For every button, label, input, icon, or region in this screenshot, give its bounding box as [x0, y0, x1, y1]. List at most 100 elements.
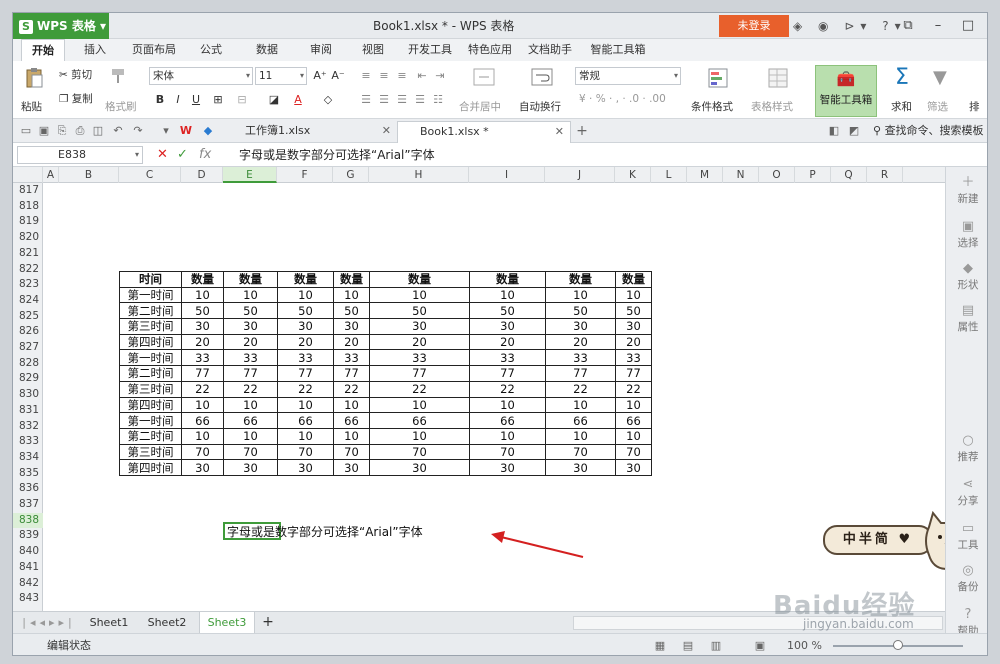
format-painter-button[interactable]: 格式刷: [105, 99, 137, 114]
merge-center-button[interactable]: 合并居中: [459, 99, 501, 114]
table-cell[interactable]: 33: [369, 349, 470, 367]
table-cell[interactable]: 66: [223, 412, 278, 429]
table-cell[interactable]: 30: [469, 318, 546, 335]
row-header[interactable]: 841: [13, 560, 43, 576]
table-cell[interactable]: 20: [181, 333, 224, 351]
table-cell[interactable]: 10: [277, 396, 334, 414]
table-cell[interactable]: 66: [333, 412, 370, 429]
table-cell[interactable]: 30: [223, 459, 278, 476]
table-cell[interactable]: 22: [277, 380, 334, 398]
table-cell[interactable]: 22: [545, 380, 616, 398]
search-command[interactable]: ⚲ 查找命令、搜索模板: [873, 119, 984, 143]
sheet-nav-arrows[interactable]: |◂◂▸▸|: [19, 612, 79, 633]
row-header[interactable]: 839: [13, 528, 43, 544]
italic-button[interactable]: I: [169, 91, 187, 109]
table-header-cell[interactable]: 数量: [545, 271, 616, 288]
underline-button[interactable]: U: [187, 91, 205, 109]
tab-features[interactable]: 特色应用: [465, 39, 515, 61]
table-cell[interactable]: 30: [181, 318, 224, 335]
row-header[interactable]: 829: [13, 371, 43, 387]
table-cell[interactable]: 22: [223, 380, 278, 398]
table-cell[interactable]: 50: [615, 302, 652, 320]
table-cell[interactable]: 第一时间: [119, 349, 182, 367]
table-cell[interactable]: 10: [545, 427, 616, 445]
table-cell[interactable]: 第一时间: [119, 412, 182, 429]
table-cell[interactable]: 20: [369, 333, 470, 351]
smart-toolbox-button[interactable]: 🧰 智能工具箱: [815, 65, 877, 117]
table-cell[interactable]: 33: [223, 349, 278, 367]
conditional-format-icon[interactable]: [707, 67, 729, 92]
row-header[interactable]: 821: [13, 246, 43, 262]
table-cell[interactable]: 77: [469, 365, 546, 382]
align-middle-icon[interactable]: ≡: [375, 67, 393, 85]
table-header-cell[interactable]: 时间: [119, 271, 182, 288]
table-cell[interactable]: 50: [469, 302, 546, 320]
page-layout-view-icon[interactable]: ▤: [681, 639, 695, 653]
table-cell[interactable]: 66: [545, 412, 616, 429]
sort-button[interactable]: 排: [969, 99, 980, 114]
close-icon[interactable]: ✕: [382, 121, 391, 141]
fullscreen-icon[interactable]: ▣: [753, 639, 767, 653]
align-bottom-icon[interactable]: ≡: [393, 67, 411, 85]
format-painter-icon[interactable]: [109, 67, 127, 88]
fill-color-icon[interactable]: ◪: [265, 91, 283, 109]
table-cell[interactable]: 30: [223, 318, 278, 335]
table-header-cell[interactable]: 数量: [615, 271, 652, 288]
doc-tab-workbook1[interactable]: 工作簿1.xlsx ✕: [223, 121, 397, 143]
name-box[interactable]: E838 ▾: [17, 146, 143, 164]
sidebar-item[interactable]: ○ 推荐: [946, 433, 987, 464]
table-cell[interactable]: 77: [277, 365, 334, 382]
border-icon[interactable]: ⊞: [209, 91, 227, 109]
table-cell[interactable]: 33: [333, 349, 370, 367]
align-right-icon[interactable]: ☰: [393, 91, 411, 109]
table-cell[interactable]: 30: [369, 318, 470, 335]
column-header[interactable]: M: [687, 167, 723, 183]
confirm-icon[interactable]: ✓: [177, 146, 188, 164]
conditional-format-button[interactable]: 条件格式: [691, 99, 733, 114]
table-cell[interactable]: 77: [545, 365, 616, 382]
table-cell[interactable]: 77: [369, 365, 470, 382]
row-header[interactable]: 820: [13, 230, 43, 246]
column-header[interactable]: Q: [831, 167, 867, 183]
row-header[interactable]: 818: [13, 199, 43, 215]
tab-page-layout[interactable]: 页面布局: [125, 39, 183, 61]
table-cell[interactable]: 22: [369, 380, 470, 398]
table-cell[interactable]: 10: [333, 286, 370, 304]
data-table[interactable]: 时间 数量 数量 数量 数量 数量 数量 数量 数量 第一时间 10 10 10 10 10 10 10 10 第…: [119, 271, 652, 476]
font-name-select[interactable]: 宋体 ▾: [149, 67, 253, 85]
table-cell[interactable]: 50: [223, 302, 278, 320]
table-cell[interactable]: 22: [615, 380, 652, 398]
normal-view-icon[interactable]: ▦: [653, 639, 667, 653]
column-header[interactable]: D: [181, 167, 223, 183]
copy-button[interactable]: ❐ 复制: [59, 91, 93, 106]
table-cell[interactable]: 第四时间: [119, 459, 182, 476]
row-header[interactable]: 833: [13, 434, 43, 450]
table-header-cell[interactable]: 数量: [369, 271, 470, 288]
table-cell[interactable]: 70: [615, 443, 652, 461]
cut-button[interactable]: ✂ 剪切: [59, 67, 92, 82]
table-cell[interactable]: 77: [223, 365, 278, 382]
add-sheet-icon[interactable]: +: [257, 612, 279, 633]
table-cell[interactable]: 30: [545, 318, 616, 335]
paste-icon[interactable]: [23, 67, 45, 92]
table-cell[interactable]: 第三时间: [119, 443, 182, 461]
print-icon[interactable]: ⎙: [73, 124, 87, 138]
table-header-cell[interactable]: 数量: [181, 271, 224, 288]
table-cell[interactable]: 10: [333, 427, 370, 445]
column-header[interactable]: L: [651, 167, 687, 183]
print-preview-icon[interactable]: ◫: [91, 124, 105, 138]
table-cell[interactable]: 30: [333, 459, 370, 476]
table-cell[interactable]: 20: [615, 333, 652, 351]
align-top-icon[interactable]: ≡: [357, 67, 375, 85]
wrap-text-icon[interactable]: [531, 67, 553, 90]
column-header-selected[interactable]: E: [223, 167, 277, 183]
row-header[interactable]: 819: [13, 214, 43, 230]
row-header[interactable]: 834: [13, 450, 43, 466]
sheet-tab-active[interactable]: Sheet3: [199, 612, 255, 633]
title-tool-icons[interactable]: ◈ ◉ ⊳▾ ?▾: [793, 13, 907, 39]
table-cell[interactable]: 70: [545, 443, 616, 461]
table-cell[interactable]: 70: [223, 443, 278, 461]
row-header[interactable]: 830: [13, 387, 43, 403]
table-style-icon[interactable]: [767, 67, 789, 92]
table-cell[interactable]: 20: [223, 333, 278, 351]
